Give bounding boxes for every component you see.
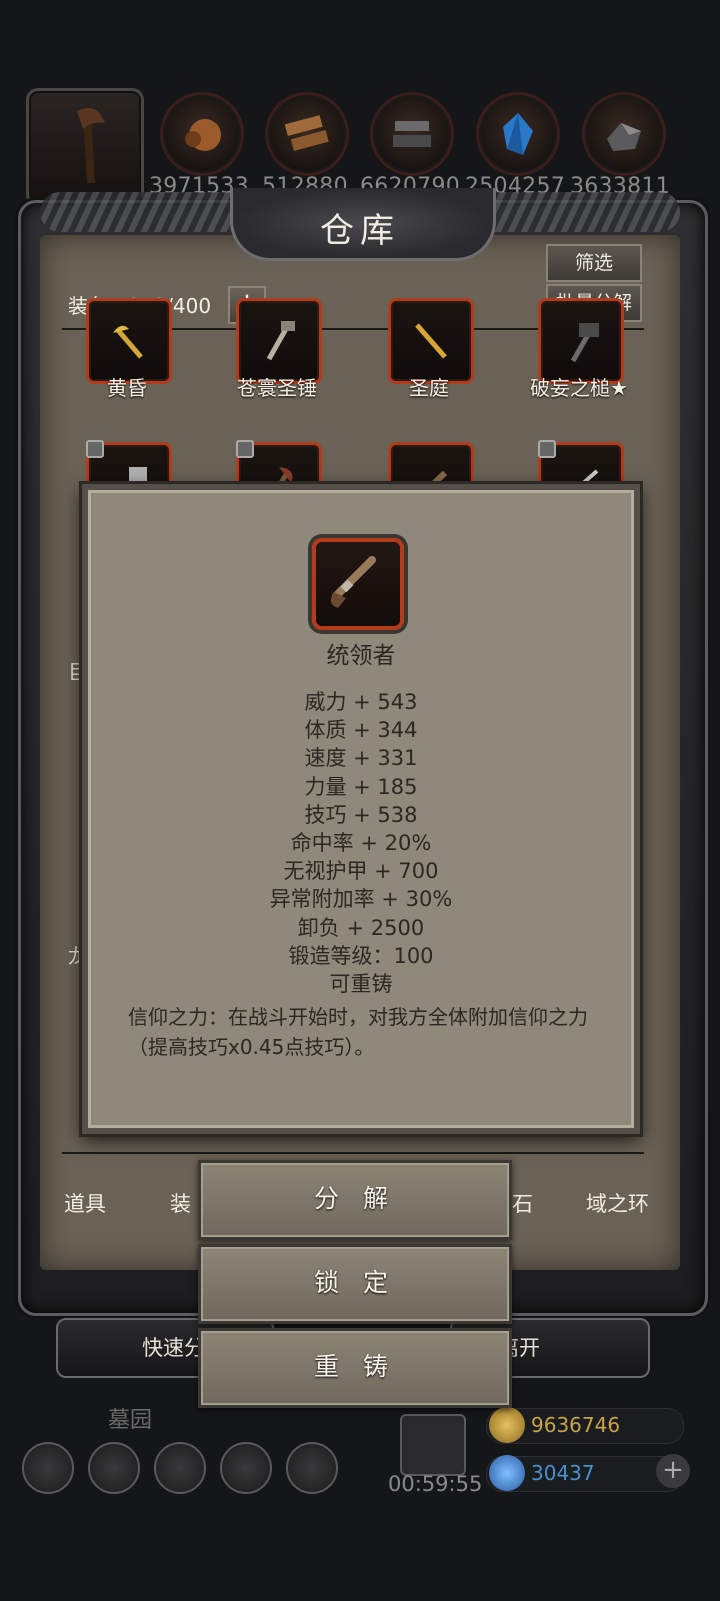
warhammer-icon <box>570 323 599 363</box>
star-icon[interactable] <box>88 1442 140 1494</box>
divider-bottom <box>62 1152 644 1154</box>
axe-icon <box>77 107 105 184</box>
stat-line: 锻造等级：100 <box>288 943 434 968</box>
frame-ornament-left <box>40 192 260 232</box>
shield-icon[interactable] <box>286 1442 338 1494</box>
item-name: 苍寰圣锤 <box>237 376 317 400</box>
pistol-icon <box>330 556 376 608</box>
item-name: 破妄之槌★ <box>530 376 628 400</box>
settings-icon[interactable] <box>22 1442 74 1494</box>
axe-icon <box>113 325 143 359</box>
wood-icon <box>185 119 221 151</box>
crystal-icon <box>503 113 533 155</box>
item-tooltip: 统领者 威力 + 543 体质 + 344 速度 + 331 力量 + 185 … <box>82 484 640 1134</box>
lock-icon <box>538 440 556 458</box>
tab-domain-rings[interactable]: 域之环 <box>586 1188 649 1218</box>
gem-amount: 30437 <box>531 1461 595 1485</box>
item-description: 信仰之力：在战斗开始时，对我方全体附加信仰之力（提高技巧x0.45点技巧）。 <box>128 1005 588 1059</box>
stat-line: 速度 + 331 <box>304 746 418 771</box>
stat-list: 威力 + 543 体质 + 344 速度 + 331 力量 + 185 技巧 +… <box>88 688 634 998</box>
gold-display: 9636746 <box>486 1407 684 1444</box>
resource-slot-wood[interactable] <box>160 92 244 176</box>
filter-button[interactable]: 筛选 <box>546 244 642 282</box>
stat-line: 异常附加率 + 30% <box>269 887 453 912</box>
gem-icon <box>489 1455 525 1491</box>
page-title: 仓库 <box>320 211 400 251</box>
add-currency-button[interactable]: + <box>656 1454 690 1488</box>
resource-slot-crystal[interactable] <box>476 92 560 176</box>
lock-button[interactable]: 锁 定 <box>198 1244 512 1324</box>
equipped-item-slot[interactable] <box>26 88 144 206</box>
stat-line: 无视护甲 + 700 <box>283 859 439 884</box>
stat-line: 可重铸 <box>329 972 393 997</box>
mail-icon[interactable] <box>220 1442 272 1494</box>
hammer-icon <box>266 321 295 361</box>
lock-icon <box>236 440 254 458</box>
resource-slot-ore[interactable] <box>582 92 666 176</box>
location-label: 墓园 <box>108 1408 153 1433</box>
gold-amount: 9636746 <box>531 1413 621 1437</box>
lock-icon <box>86 440 104 458</box>
resource-slot-iron[interactable] <box>370 92 454 176</box>
stat-line: 命中率 + 20% <box>290 831 432 856</box>
quick-decompose-button[interactable]: 快速分 <box>142 1332 205 1362</box>
stat-line: 体质 + 344 <box>304 718 418 743</box>
gift-icon[interactable] <box>400 1414 466 1476</box>
tab-equipment[interactable]: 装 <box>170 1188 191 1218</box>
tooltip-item-icon <box>312 538 404 630</box>
tab-stones[interactable]: 石 <box>512 1188 533 1218</box>
gem-display: 30437 <box>486 1455 684 1492</box>
event-timer: 00:59:55 <box>388 1472 483 1496</box>
book-icon[interactable] <box>154 1442 206 1494</box>
tooltip-item-name: 统领者 <box>326 643 396 669</box>
stat-line: 卸负 + 2500 <box>297 915 425 940</box>
stat-line: 技巧 + 538 <box>304 802 418 827</box>
item-name: 黄昏 <box>107 376 147 400</box>
iron-icon <box>393 121 431 147</box>
item-name: 圣庭 <box>409 376 449 400</box>
decompose-button[interactable]: 分 解 <box>198 1160 512 1240</box>
stat-line: 力量 + 185 <box>304 774 418 799</box>
recast-button[interactable]: 重 铸 <box>198 1328 512 1408</box>
tab-items[interactable]: 道具 <box>64 1188 106 1218</box>
mace-icon <box>415 323 447 359</box>
resource-slot-plank[interactable] <box>265 92 349 176</box>
gold-icon <box>489 1407 525 1443</box>
stat-line: 威力 + 543 <box>304 690 418 714</box>
plank-icon <box>284 115 329 151</box>
ore-icon <box>607 123 641 151</box>
